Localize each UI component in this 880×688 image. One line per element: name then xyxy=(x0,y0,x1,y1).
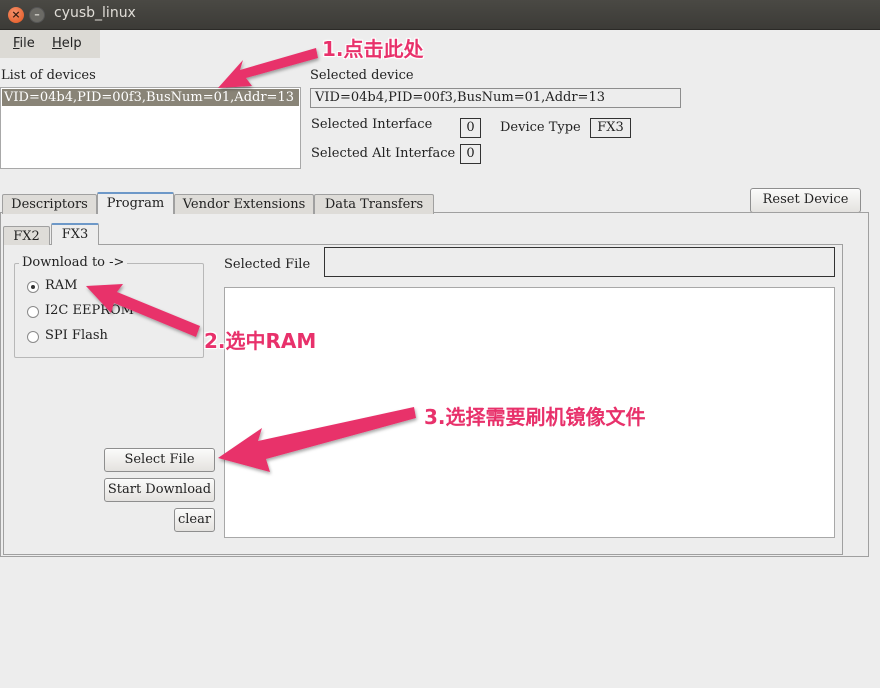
title-bar: × – cyusb_linux xyxy=(0,0,880,30)
menu-bar: File Help xyxy=(0,30,100,58)
annotation-step-2: 2.选中RAM xyxy=(204,329,317,353)
radio-i2c-eeprom[interactable] xyxy=(27,306,39,318)
selected-file-label: Selected File xyxy=(224,257,311,272)
window-title: cyusb_linux xyxy=(54,5,136,21)
selected-file-field xyxy=(324,247,835,277)
device-type-value: FX3 xyxy=(590,118,631,138)
select-file-button[interactable]: Select File xyxy=(104,448,215,472)
menu-file-label: ile xyxy=(19,36,35,51)
subtab-fx2[interactable]: FX2 xyxy=(3,226,50,245)
close-window-button[interactable]: × xyxy=(8,7,24,23)
radio-i2c-eeprom-label[interactable]: I2C EEPROM xyxy=(45,303,134,318)
selected-alt-interface-label: Selected Alt Interface xyxy=(311,146,456,161)
start-download-button[interactable]: Start Download xyxy=(104,478,215,502)
annotation-arrow-1 xyxy=(218,48,318,88)
annotation-step-3: 3.选择需要刷机镜像文件 xyxy=(424,405,646,429)
radio-spi-flash-label[interactable]: SPI Flash xyxy=(45,328,108,343)
menu-file[interactable]: File xyxy=(13,36,35,51)
menu-help-label: elp xyxy=(61,36,82,51)
radio-ram[interactable] xyxy=(27,281,39,293)
selected-device-label: Selected device xyxy=(310,68,414,83)
tab-program[interactable]: Program xyxy=(97,192,174,214)
tab-descriptors[interactable]: Descriptors xyxy=(2,194,97,214)
device-list[interactable]: VID=04b4,PID=00f3,BusNum=01,Addr=13 xyxy=(0,87,301,169)
radio-spi-flash[interactable] xyxy=(27,331,39,343)
selected-interface-value: 0 xyxy=(460,118,481,138)
subtab-fx3[interactable]: FX3 xyxy=(51,223,99,245)
selected-alt-interface-value: 0 xyxy=(460,144,481,164)
radio-ram-label[interactable]: RAM xyxy=(45,278,78,293)
device-list-label: List of devices xyxy=(1,68,96,83)
device-list-item[interactable]: VID=04b4,PID=00f3,BusNum=01,Addr=13 xyxy=(2,89,299,106)
tab-vendor-extensions[interactable]: Vendor Extensions xyxy=(174,194,314,214)
minimize-window-button[interactable]: – xyxy=(29,7,45,23)
tab-data-transfers[interactable]: Data Transfers xyxy=(314,194,434,214)
annotation-step-1: 1.点击此处 xyxy=(322,37,424,61)
selected-device-field: VID=04b4,PID=00f3,BusNum=01,Addr=13 xyxy=(310,88,681,108)
menu-help[interactable]: Help xyxy=(52,36,82,51)
download-to-label: Download to -> xyxy=(19,255,128,270)
menu-help-mnemonic: H xyxy=(52,36,62,51)
reset-device-button[interactable]: Reset Device xyxy=(750,188,861,213)
device-type-label: Device Type xyxy=(500,120,581,135)
clear-button[interactable]: clear xyxy=(174,508,215,532)
selected-interface-label: Selected Interface xyxy=(311,117,433,132)
